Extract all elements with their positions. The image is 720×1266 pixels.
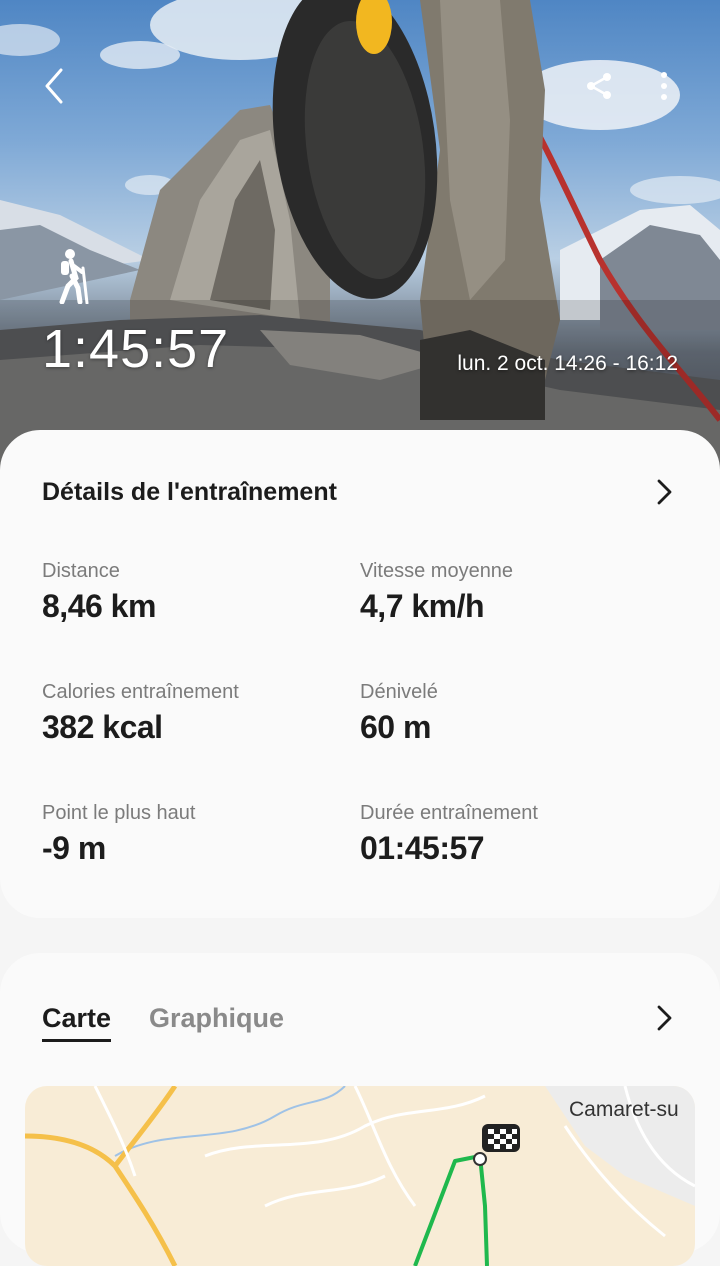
map-place-label: Camaret-su	[569, 1098, 679, 1121]
map-chart-card: Carte Graphique Camaret-su	[0, 953, 720, 1266]
stat-label-average-speed: Vitesse moyenne	[360, 560, 514, 582]
workout-details-card[interactable]: Détails de l'entraînement Distance 8,46 …	[0, 430, 720, 918]
workout-duration: 1:45:57	[42, 319, 230, 379]
stat-value-calories: 382 kcal	[42, 709, 163, 745]
details-title: Détails de l'entraînement	[42, 478, 337, 506]
workout-hero: 1:45:57 lun. 2 oct. 14:26 - 16:12	[0, 0, 720, 470]
stat-value-workout-duration: 01:45:57	[360, 830, 485, 866]
route-map[interactable]: Camaret-su	[25, 1086, 695, 1266]
more-options-button[interactable]	[640, 62, 688, 110]
back-button[interactable]	[30, 62, 78, 110]
stat-label-workout-duration: Durée entraînement	[360, 802, 538, 824]
stat-label-highest-point: Point le plus haut	[42, 802, 196, 824]
workout-date-range: lun. 2 oct. 14:26 - 16:12	[457, 352, 678, 375]
chevron-left-icon	[45, 68, 63, 104]
stat-value-highest-point: -9 m	[42, 830, 106, 866]
tab-map[interactable]: Carte	[42, 1003, 112, 1042]
stat-label-calories: Calories entraînement	[42, 681, 239, 703]
stat-value-average-speed: 4,7 km/h	[360, 588, 485, 624]
share-icon	[587, 73, 611, 99]
chevron-right-icon[interactable]	[650, 478, 678, 506]
chevron-right-icon[interactable]	[650, 1004, 678, 1032]
hiking-icon	[59, 249, 89, 304]
stat-value-distance: 8,46 km	[42, 588, 156, 624]
finish-flag-icon	[482, 1124, 520, 1152]
share-button[interactable]	[575, 62, 623, 110]
tab-chart[interactable]: Graphique	[149, 1003, 284, 1034]
more-vertical-icon	[661, 72, 667, 100]
stat-label-distance: Distance	[42, 560, 120, 582]
stat-label-elevation-gain: Dénivelé	[360, 681, 438, 703]
stat-value-elevation-gain: 60 m	[360, 709, 431, 745]
